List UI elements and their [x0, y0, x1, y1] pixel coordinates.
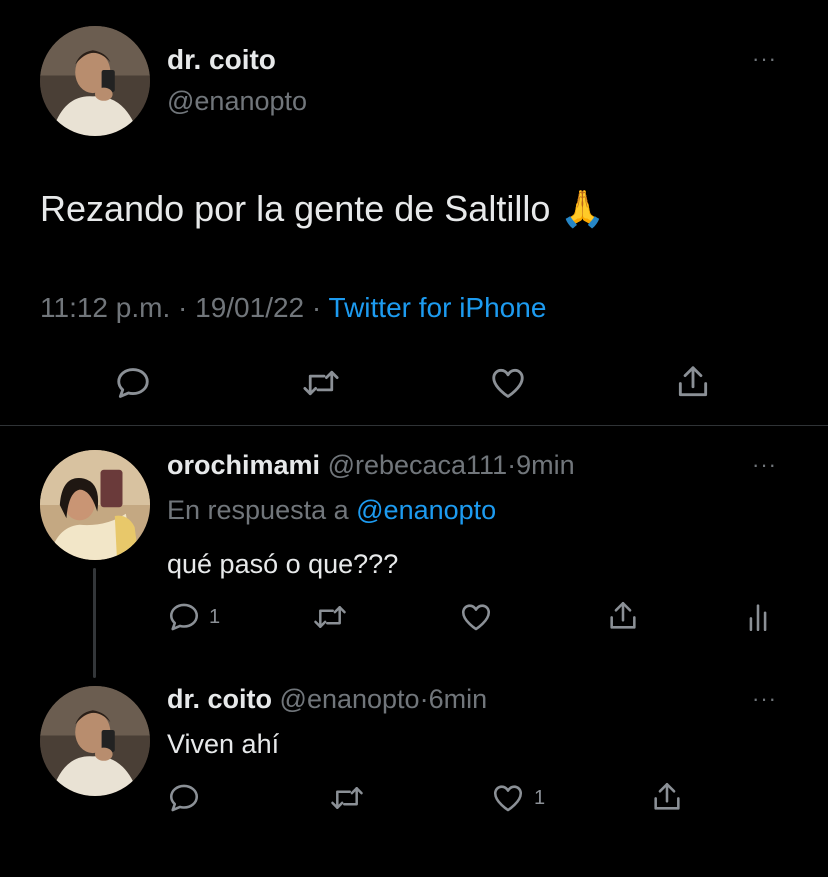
like-icon — [492, 368, 524, 398]
reply-text: qué pasó o que??? — [167, 549, 399, 579]
share-icon — [610, 601, 636, 629]
retweet-button[interactable] — [329, 781, 365, 815]
like-icon — [461, 604, 491, 631]
share-button[interactable] — [674, 362, 712, 402]
reply-icon — [169, 784, 199, 812]
analytics-button[interactable] — [746, 600, 770, 634]
like-button[interactable] — [488, 364, 528, 402]
retweet-icon — [331, 787, 363, 809]
more-options-icon[interactable]: ··· — [752, 454, 777, 476]
reply-header: orochimami @rebecaca111·9min — [167, 450, 575, 481]
share-icon — [654, 782, 680, 810]
reply-icon — [169, 603, 199, 631]
share-icon — [678, 366, 708, 397]
reply-avatar[interactable] — [40, 450, 150, 560]
thread-connector-line — [93, 568, 96, 678]
tweet-time: 11:12 p.m. — [40, 292, 171, 323]
header-separator: · — [419, 684, 429, 714]
reply-author-name[interactable]: orochimami — [167, 450, 320, 480]
replying-to-handle-link[interactable]: @enanopto — [356, 495, 496, 525]
author-handle[interactable]: @enanopto — [167, 86, 307, 117]
meta-separator: · — [311, 292, 322, 323]
divider — [0, 425, 828, 426]
replying-to-label: En respuesta a — [167, 495, 349, 525]
reply-icon — [117, 368, 149, 398]
like-button[interactable]: 1 — [490, 781, 545, 815]
retweet-icon — [303, 370, 339, 396]
like-count: 1 — [534, 786, 546, 809]
tweet-meta: 11:12 p.m. · 19/01/22 · Twitter for iPho… — [40, 292, 546, 324]
meta-separator: · — [178, 292, 188, 323]
retweet-icon — [314, 606, 346, 628]
reply-button[interactable]: 1 — [167, 600, 220, 634]
reply-age: 9min — [516, 450, 575, 480]
author-avatar[interactable] — [40, 26, 150, 136]
header-separator: · — [507, 450, 517, 480]
reply-count: 1 — [209, 605, 221, 628]
share-button[interactable] — [606, 598, 640, 634]
reply-header: dr. coito @enanopto·6min — [167, 684, 487, 715]
reply-age: 6min — [428, 684, 488, 714]
tweet-text: Rezando por la gente de Saltillo 🙏 — [40, 188, 606, 229]
like-icon — [493, 785, 523, 812]
tweet-date: 19/01/22 — [195, 292, 305, 323]
like-button[interactable] — [458, 600, 494, 634]
retweet-button[interactable] — [312, 600, 348, 634]
reply-avatar[interactable] — [40, 686, 150, 796]
reply-author-handle[interactable]: @enanopto — [280, 684, 420, 714]
more-options-icon[interactable]: ··· — [752, 48, 777, 70]
share-button[interactable] — [650, 779, 684, 815]
reply-author-handle[interactable]: @rebecaca111 — [328, 450, 508, 480]
more-options-icon[interactable]: ··· — [752, 688, 777, 710]
reply-button[interactable] — [167, 781, 201, 815]
retweet-button[interactable] — [301, 364, 341, 402]
replying-to: En respuesta a @enanopto — [167, 495, 496, 526]
tweet-source-link[interactable]: Twitter for iPhone — [329, 292, 547, 323]
reply-author-name[interactable]: dr. coito — [167, 684, 272, 714]
author-name[interactable]: dr. coito — [167, 44, 276, 76]
reply-text: Viven ahí — [167, 729, 280, 759]
reply-button[interactable] — [114, 364, 152, 402]
analytics-icon — [749, 604, 767, 632]
